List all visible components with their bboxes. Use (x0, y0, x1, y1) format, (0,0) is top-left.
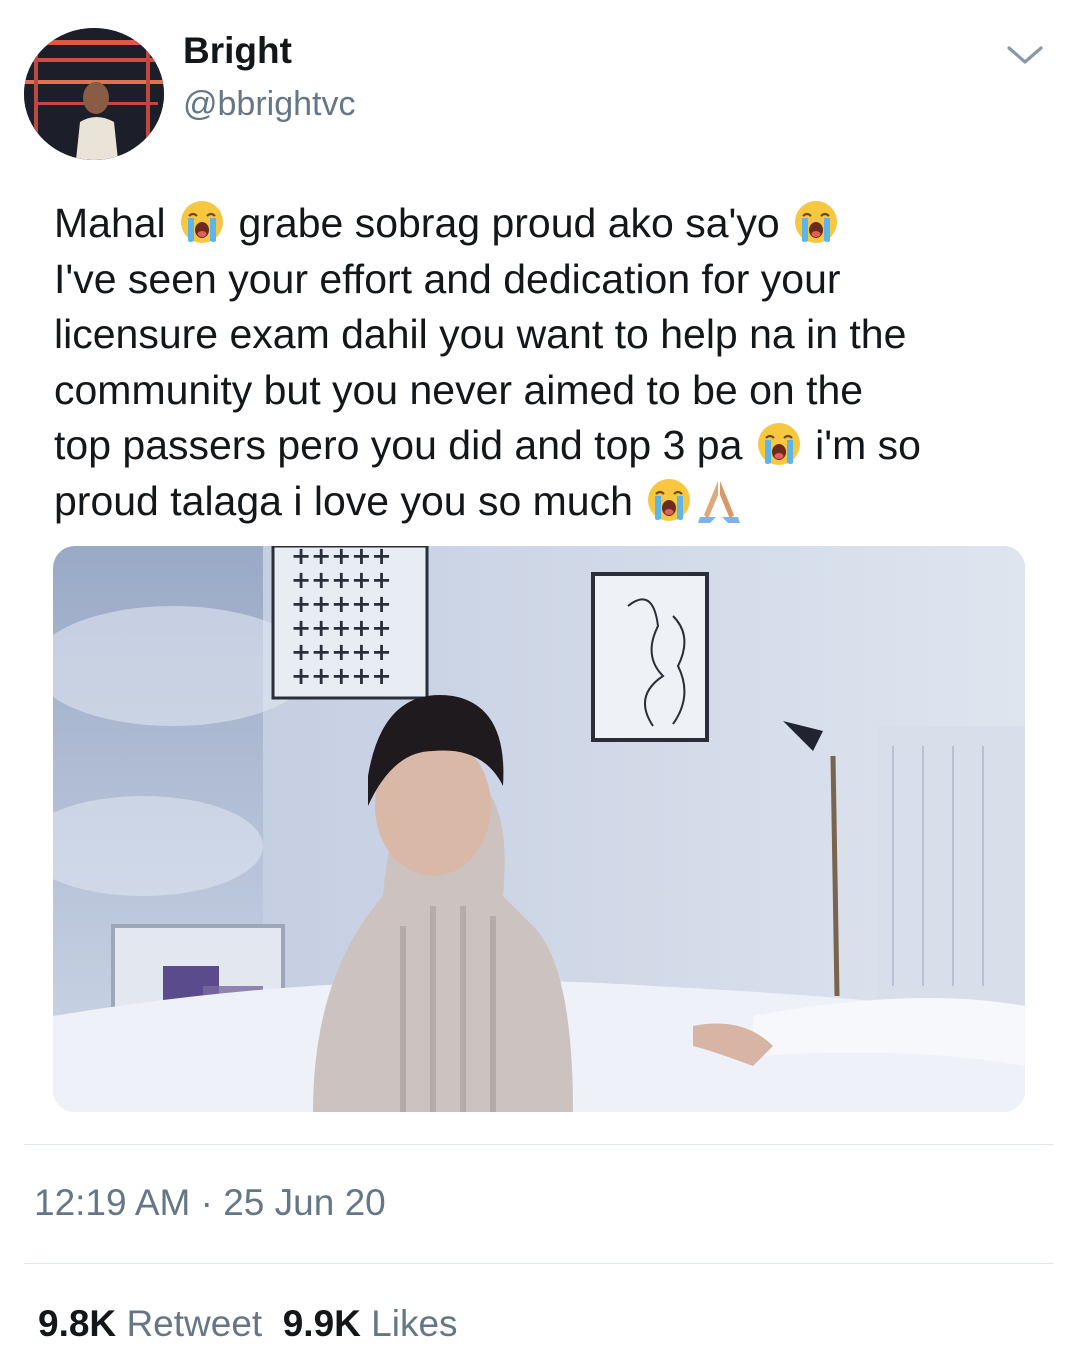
tweet-line: Mahal grabe sobrag proud ako sa'yo (54, 196, 1054, 252)
tweet-text-segment: I've seen your effort and dedication for… (54, 255, 841, 302)
svg-text:+++++: +++++ (291, 662, 392, 690)
author-name[interactable]: Bright (183, 30, 292, 72)
tweet-text-segment: licensure exam dahil you want to help na… (54, 311, 907, 357)
tweet-line: community but you never aimed to be on t… (54, 363, 1054, 419)
loudly-crying-face-icon (757, 423, 800, 465)
tweet-photo[interactable]: +++++ +++++ +++++ +++++ +++++ +++++ (53, 546, 1025, 1112)
author-handle[interactable]: @bbrightvc (183, 85, 355, 124)
divider (24, 1263, 1054, 1264)
tweet-line: licensure exam dahil you want to help na… (54, 307, 1054, 363)
tweet-timestamp[interactable]: 12:19 AM · 25 Jun 20 (34, 1182, 386, 1224)
tweet-text-segment: proud talaga i love you so much (54, 477, 645, 524)
divider (24, 1144, 1054, 1145)
tweet-line: proud talaga i love you so much (54, 474, 1054, 530)
tweet-line: I've seen your effort and dedication for… (54, 252, 1054, 308)
tweet-text-segment: community but you never aimed to be on t… (54, 366, 864, 413)
retweet-count: 9.8K (38, 1303, 117, 1344)
tweet-text-segment: Mahal (54, 200, 178, 246)
loudly-crying-face-icon (181, 201, 224, 243)
tweet-text-segment: top passers pero you did and top 3 pa (54, 422, 754, 468)
likes-count: 9.9K (282, 1303, 361, 1344)
tweet-text: Mahal grabe sobrag proud ako sa'yo I've … (54, 196, 1054, 529)
likes-label: Likes (371, 1303, 458, 1344)
folded-hands-icon (698, 480, 741, 523)
retweet-label: Retweet (126, 1303, 263, 1344)
loudly-crying-face-icon (795, 201, 838, 243)
avatar[interactable] (24, 28, 164, 160)
tweet-stats: 9.8K Retweet 9.9K Likes (38, 1303, 458, 1345)
chevron-down-icon[interactable] (1003, 40, 1047, 70)
retweet-stat[interactable]: 9.8K Retweet (38, 1303, 262, 1344)
tweet-text-segment: i'm so (803, 422, 921, 468)
tweet-text-segment: grabe sobrag proud ako sa'yo (227, 200, 792, 246)
tweet-line: top passers pero you did and top 3 pa i'… (54, 418, 1054, 474)
loudly-crying-face-icon (648, 478, 691, 521)
likes-stat[interactable]: 9.9K Likes (283, 1303, 458, 1344)
